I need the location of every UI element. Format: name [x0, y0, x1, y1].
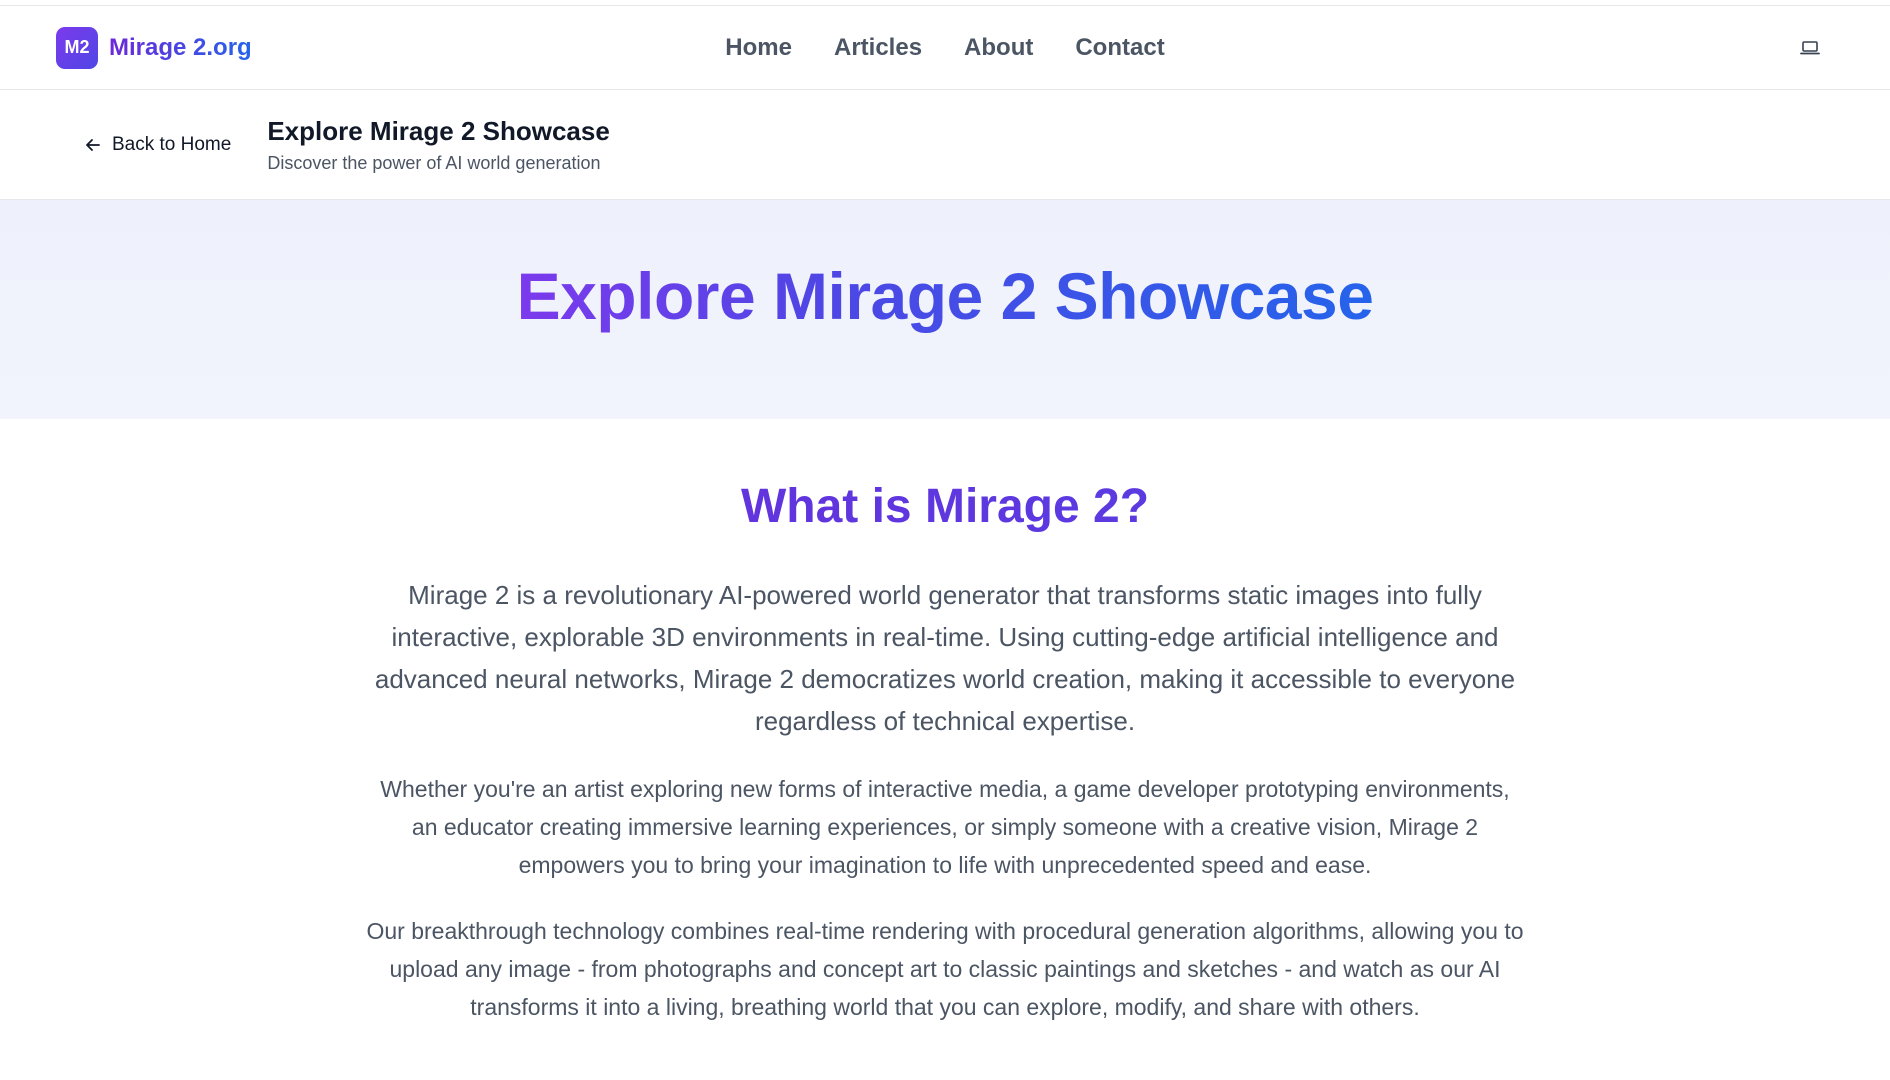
brand-name: Mirage 2.org	[109, 33, 252, 61]
audience-paragraph: Whether you're an artist exploring new f…	[380, 776, 1510, 878]
nav-contact[interactable]: Contact	[1075, 34, 1164, 62]
technology-paragraph: Our breakthrough technology combines rea…	[366, 918, 1524, 1020]
subheader-titles: Explore Mirage 2 Showcase Discover the p…	[267, 116, 609, 174]
site-header: M2 Mirage 2.org Home Articles About Cont…	[0, 6, 1890, 90]
page-subheader: Back to Home Explore Mirage 2 Showcase D…	[0, 90, 1890, 200]
main-content: What is Mirage 2? Mirage 2 is a revoluti…	[0, 419, 1890, 1026]
hero-banner: Explore Mirage 2 Showcase	[0, 200, 1890, 419]
main-nav: Home Articles About Contact	[725, 34, 1164, 62]
nav-about[interactable]: About	[964, 34, 1033, 62]
theme-device-button[interactable]	[1796, 34, 1824, 62]
brand-link[interactable]: M2 Mirage 2.org	[56, 26, 252, 69]
nav-articles[interactable]: Articles	[834, 34, 922, 62]
subheader-description: Discover the power of AI world generatio…	[267, 152, 601, 173]
intro-paragraph: Mirage 2 is a revolutionary AI-powered w…	[374, 580, 1516, 736]
hero-title: Explore Mirage 2 Showcase	[517, 258, 1374, 419]
nav-home[interactable]: Home	[725, 34, 792, 62]
back-to-home-link[interactable]: Back to Home	[84, 134, 231, 156]
arrow-left-icon	[86, 138, 100, 151]
subheader-title: Explore Mirage 2 Showcase	[267, 115, 610, 146]
laptop-icon	[1800, 40, 1820, 54]
section-title: What is Mirage 2?	[0, 479, 1890, 534]
brand-logo: M2	[56, 26, 98, 69]
back-link-label: Back to Home	[112, 133, 232, 155]
